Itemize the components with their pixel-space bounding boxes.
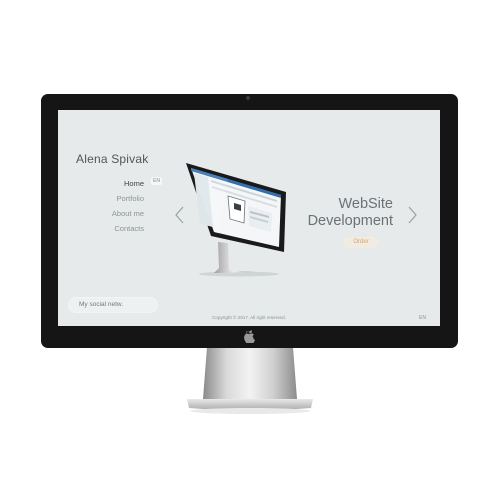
hero-title: WebSite Development xyxy=(278,196,393,230)
language-switch[interactable]: EN xyxy=(419,315,426,321)
monitor-photo:  Alena Spivak Home Portfolio About me C… xyxy=(0,0,500,500)
hero-title-line-1: WebSite xyxy=(338,196,393,212)
chevron-left-icon[interactable] xyxy=(174,206,186,224)
monitor-stand xyxy=(187,347,313,414)
website-screen: Alena Spivak Home Portfolio About me Con… xyxy=(58,110,440,326)
copyright-text: Copyright © 2017. All right reserved. xyxy=(212,315,286,320)
hero-title-line-2: Development xyxy=(307,213,393,229)
order-button[interactable]: Order xyxy=(343,237,379,248)
camera-dot xyxy=(246,96,250,100)
apple-logo-shape xyxy=(244,330,255,343)
chevron-right-icon[interactable] xyxy=(406,206,418,224)
